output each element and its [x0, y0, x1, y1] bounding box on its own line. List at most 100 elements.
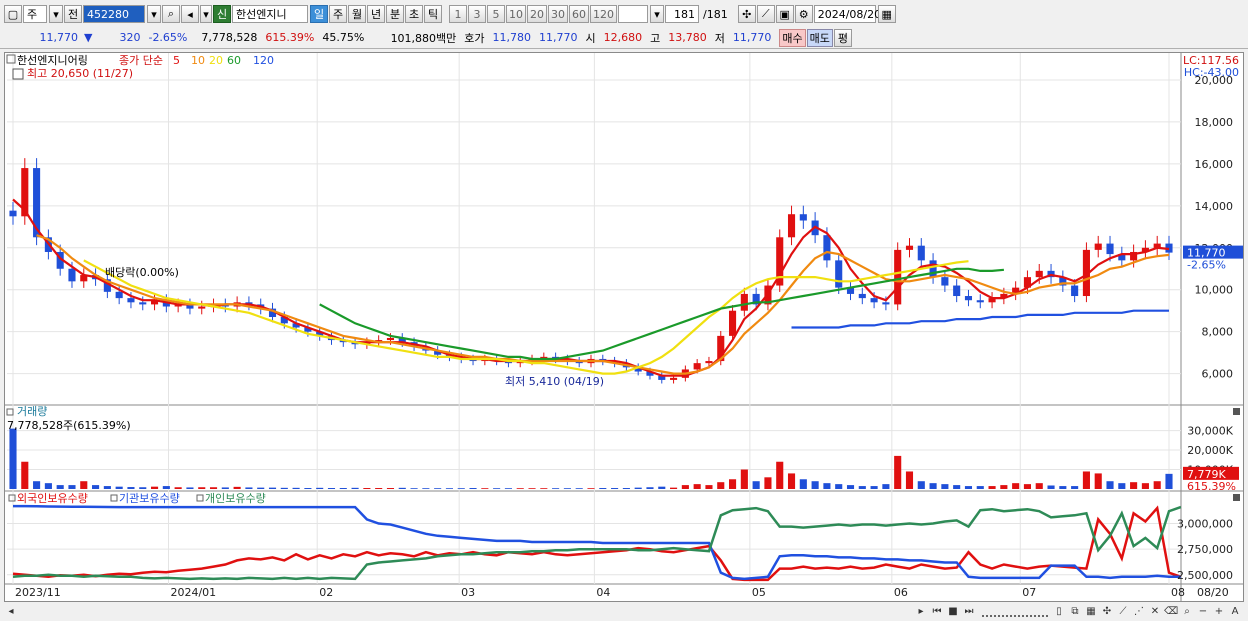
zoom-icon[interactable]: ⌕ [1180, 605, 1194, 619]
candle-body[interactable] [905, 245, 914, 250]
volume-bar[interactable] [1035, 483, 1043, 489]
volume-bar[interactable] [1059, 486, 1067, 489]
candle-body[interactable] [139, 302, 147, 305]
volume-bar[interactable] [1141, 483, 1149, 489]
volume-bar[interactable] [799, 479, 807, 489]
volume-bar[interactable] [705, 485, 713, 489]
volume-bar[interactable] [870, 486, 878, 489]
volume-bar[interactable] [9, 428, 17, 489]
volume-bar[interactable] [823, 483, 831, 489]
volume-bar[interactable] [375, 488, 383, 489]
extra-select[interactable] [618, 5, 648, 23]
period-tab-6[interactable]: 틱 [424, 5, 442, 23]
compare-icon[interactable]: ⧉ [1068, 605, 1082, 619]
interval-button-60[interactable]: 60 [569, 5, 589, 23]
search-icon[interactable]: ⌕ [162, 5, 180, 23]
volume-bar[interactable] [56, 485, 64, 489]
candle-body[interactable] [670, 377, 678, 380]
volume-bar[interactable] [504, 488, 512, 489]
volume-bar[interactable] [575, 488, 583, 489]
volume-bar[interactable] [540, 488, 548, 489]
candle-body[interactable] [941, 277, 949, 286]
interval-button-10[interactable]: 10 [506, 5, 526, 23]
interval-button-5[interactable]: 5 [487, 5, 505, 23]
stop-icon[interactable]: ■ [946, 605, 960, 619]
volume-bar[interactable] [1094, 473, 1102, 489]
volume-bar[interactable] [953, 485, 961, 489]
volume-bar[interactable] [1023, 484, 1032, 489]
volume-bar[interactable] [516, 488, 524, 489]
volume-bar[interactable] [976, 486, 984, 489]
period-tab-4[interactable]: 분 [386, 5, 404, 23]
volume-bar[interactable] [634, 487, 642, 489]
volume-bar[interactable] [599, 488, 607, 489]
count-input[interactable]: 181 [665, 5, 699, 23]
volume-bar[interactable] [445, 488, 454, 489]
last-page-icon[interactable]: ⏭ [962, 605, 976, 619]
volume-bar[interactable] [1082, 471, 1090, 489]
first-page-icon[interactable]: ⏮ [930, 605, 944, 619]
volume-bar[interactable] [434, 488, 442, 489]
volume-bar[interactable] [351, 487, 359, 489]
prev-button[interactable]: 전 [64, 5, 82, 23]
volume-bar[interactable] [905, 471, 914, 489]
calendar-icon[interactable] [12, 68, 24, 80]
candle-body[interactable] [1106, 243, 1114, 255]
candle-body[interactable] [894, 249, 902, 305]
volume-bar[interactable] [209, 487, 218, 489]
candle-body[interactable] [693, 363, 701, 370]
interval-button-3[interactable]: 3 [468, 5, 486, 23]
speaker-icon[interactable]: ◂ [181, 5, 199, 23]
volume-bar[interactable] [811, 481, 819, 489]
candle-body[interactable] [386, 337, 395, 341]
period-tab-0[interactable]: 일 [310, 5, 328, 23]
interval-button-1[interactable]: 1 [449, 5, 467, 23]
grid-icon[interactable]: ▦ [1084, 605, 1098, 619]
zoom-out-icon[interactable]: − [1196, 605, 1210, 619]
volume-bar[interactable] [162, 486, 170, 489]
chart-type-icon[interactable]: ▯ [1052, 605, 1066, 619]
volume-bar[interactable] [528, 488, 536, 489]
volume-bar[interactable] [1153, 481, 1161, 489]
volume-bar[interactable] [1012, 483, 1020, 489]
volume-bar[interactable] [894, 455, 902, 489]
volume-bar[interactable] [398, 487, 406, 489]
volume-bar[interactable] [1130, 482, 1138, 489]
gear-icon[interactable]: ⚙ [794, 5, 813, 23]
candle-body[interactable] [705, 361, 713, 364]
horizontal-scrollbar[interactable] [20, 607, 914, 617]
volume-bar[interactable] [363, 488, 371, 489]
volume-bar[interactable] [787, 473, 796, 489]
interval-button-20[interactable]: 20 [527, 5, 547, 23]
volume-bar[interactable] [469, 488, 477, 489]
volume-bar[interactable] [941, 484, 949, 489]
volume-bar[interactable] [233, 486, 241, 489]
volume-bar[interactable] [44, 483, 52, 489]
volume-bar[interactable] [728, 479, 737, 489]
erase-icon[interactable]: ⌫ [1164, 605, 1178, 619]
eval-button[interactable]: 평 [833, 28, 852, 47]
volume-bar[interactable] [198, 487, 206, 489]
volume-bar[interactable] [139, 487, 147, 489]
volume-bar[interactable] [1071, 486, 1079, 489]
stock-code-dropdown-icon[interactable]: ▾ [147, 5, 161, 23]
volume-bar[interactable] [268, 487, 277, 489]
interval-button-30[interactable]: 30 [548, 5, 568, 23]
volume-bar[interactable] [835, 484, 843, 489]
buy-button[interactable]: 매수 [779, 28, 806, 47]
volume-bar[interactable] [103, 486, 111, 489]
volume-bar[interactable] [327, 488, 336, 489]
period-tab-3[interactable]: 년 [367, 5, 385, 23]
volume-bar[interactable] [611, 488, 619, 489]
volume-bar[interactable] [670, 487, 678, 489]
candle-body[interactable] [917, 245, 925, 261]
volume-bar[interactable] [776, 461, 784, 489]
cross-icon[interactable]: ✣ [737, 5, 756, 23]
volume-bar[interactable] [646, 487, 654, 489]
volume-bar[interactable] [929, 483, 937, 489]
volume-bar[interactable] [493, 488, 501, 489]
volume-bar[interactable] [280, 487, 288, 489]
candle-body[interactable] [964, 296, 973, 301]
volume-bar[interactable] [92, 485, 100, 489]
volume-bar[interactable] [457, 488, 465, 489]
